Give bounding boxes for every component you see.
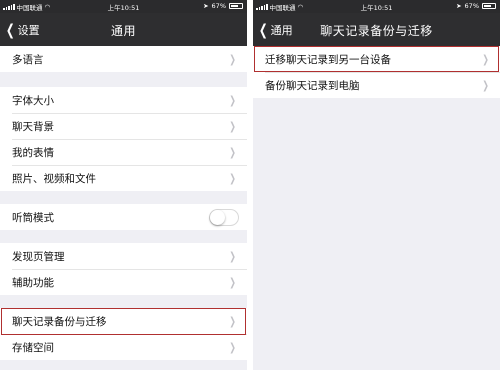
chevron-right-icon: ❯ [229, 146, 236, 159]
battery-info: ➤ 67% [456, 2, 496, 10]
settings-item-label: 存储空间 [12, 341, 54, 354]
settings-item-accessibility[interactable]: 辅助功能 ❯ [0, 269, 247, 295]
settings-group-discover: 发现页管理 ❯ 辅助功能 ❯ [0, 243, 247, 295]
page-title: 聊天记录备份与迁移 [320, 24, 433, 38]
backup-to-computer-item[interactable]: 备份聊天记录到电脑 ❯ [253, 72, 500, 98]
settings-item-media-files[interactable]: 照片、视频和文件 ❯ [0, 165, 247, 191]
status-bar: 中国联通 ◠ 上午10:51 ➤ 67% [253, 0, 500, 13]
battery-icon [482, 3, 496, 9]
migrate-chat-history-item[interactable]: 迁移聊天记录到另一台设备 ❯ [253, 46, 500, 72]
settings-item-chat-backup[interactable]: 聊天记录备份与迁移 ❯ [0, 308, 247, 334]
settings-item-discover-manage[interactable]: 发现页管理 ❯ [0, 243, 247, 269]
location-icon: ➤ [203, 2, 209, 10]
menu-item-label: 备份聊天记录到电脑 [265, 79, 360, 92]
settings-item-my-stickers[interactable]: 我的表情 ❯ [0, 139, 247, 165]
settings-item-chat-background[interactable]: 聊天背景 ❯ [0, 113, 247, 139]
chevron-right-icon: ❯ [229, 276, 236, 289]
chevron-right-icon: ❯ [229, 94, 236, 107]
chevron-right-icon: ❯ [229, 315, 236, 328]
chevron-right-icon: ❯ [229, 172, 236, 185]
chevron-right-icon: ❯ [229, 53, 236, 66]
chevron-right-icon: ❯ [482, 79, 489, 92]
nav-bar: ❮ 设置 通用 [0, 13, 247, 46]
settings-item-label: 聊天背景 [12, 120, 54, 133]
settings-item-earpiece-mode: 听筒模式 [0, 204, 247, 230]
status-bar: 中国联通 ◠ 上午10:51 ➤ 67% [0, 0, 247, 13]
backup-options-group: 迁移聊天记录到另一台设备 ❯ 备份聊天记录到电脑 ❯ [253, 46, 500, 98]
settings-group-language: 多语言 ❯ [0, 46, 247, 72]
settings-group-earpiece: 听筒模式 [0, 204, 247, 230]
chevron-right-icon: ❯ [229, 120, 236, 133]
battery-percent: 67% [211, 2, 226, 10]
left-screen: 中国联通 ◠ 上午10:51 ➤ 67% ❮ 设置 通用 多语言 ❯ 字体大小 … [0, 0, 247, 370]
settings-item-label: 多语言 [12, 53, 44, 66]
settings-item-label: 辅助功能 [12, 276, 54, 289]
page-title: 通用 [110, 24, 136, 38]
settings-item-label: 听筒模式 [12, 211, 54, 224]
settings-item-font-size[interactable]: 字体大小 ❯ [0, 87, 247, 113]
chevron-right-icon: ❯ [229, 250, 236, 263]
right-screen: 中国联通 ◠ 上午10:51 ➤ 67% ❮ 通用 聊天记录备份与迁移 迁移聊天… [253, 0, 500, 370]
settings-item-label: 照片、视频和文件 [12, 172, 96, 185]
settings-item-label: 字体大小 [12, 94, 54, 107]
settings-item-language[interactable]: 多语言 ❯ [0, 46, 247, 72]
chevron-right-icon: ❯ [482, 53, 489, 66]
earpiece-mode-toggle[interactable] [209, 209, 239, 226]
battery-icon [229, 3, 243, 9]
settings-item-label: 我的表情 [12, 146, 54, 159]
battery-info: ➤ 67% [203, 2, 243, 10]
toggle-knob [210, 210, 225, 225]
chevron-right-icon: ❯ [229, 341, 236, 354]
nav-bar: ❮ 通用 聊天记录备份与迁移 [253, 13, 500, 46]
location-icon: ➤ [456, 2, 462, 10]
battery-percent: 67% [464, 2, 479, 10]
settings-item-storage[interactable]: 存储空间 ❯ [0, 334, 247, 360]
settings-item-label: 聊天记录备份与迁移 [12, 315, 107, 328]
settings-group-display: 字体大小 ❯ 聊天背景 ❯ 我的表情 ❯ 照片、视频和文件 ❯ [0, 87, 247, 191]
menu-item-label: 迁移聊天记录到另一台设备 [265, 53, 391, 66]
settings-item-label: 发现页管理 [12, 250, 65, 263]
settings-group-storage: 聊天记录备份与迁移 ❯ 存储空间 ❯ [0, 308, 247, 360]
